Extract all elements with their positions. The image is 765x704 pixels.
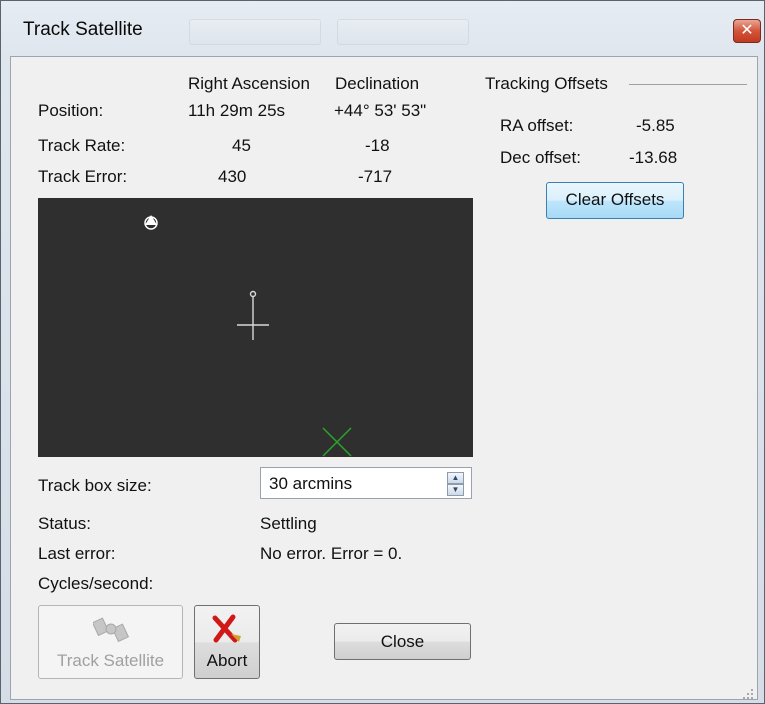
status-value: Settling — [260, 514, 317, 533]
track-rate-dec-value: -18 — [365, 136, 390, 155]
column-header-ra: Right Ascension — [188, 74, 310, 93]
tracking-preview[interactable] — [38, 198, 473, 457]
track-rate-ra-value: 45 — [232, 136, 251, 155]
track-satellite-button[interactable]: Track Satellite — [38, 605, 183, 679]
group-divider — [629, 84, 747, 85]
track-satellite-window: Track Satellite ✕ Right Ascension Declin… — [0, 0, 765, 704]
track-rate-label: Track Rate: — [38, 136, 126, 155]
title-bar: Track Satellite ✕ — [1, 1, 764, 57]
target-x-icon — [322, 427, 352, 457]
background-toolbar-button — [189, 19, 321, 45]
track-error-ra-value: 430 — [218, 167, 247, 186]
window-title: Track Satellite — [23, 19, 143, 40]
spin-down-icon[interactable]: ▼ — [447, 484, 464, 496]
crosshair-icon — [237, 290, 269, 340]
position-ra-value: 11h 29m 25s — [188, 101, 286, 120]
track-box-size-label: Track box size: — [38, 476, 152, 495]
track-box-size-value: 30 arcmins — [269, 474, 353, 493]
position-dec-value: +44° 53' 53" — [334, 101, 427, 120]
resize-grip-icon[interactable] — [739, 685, 755, 701]
cycles-per-second-label: Cycles/second: — [38, 574, 154, 593]
tracking-offsets-title: Tracking Offsets — [485, 74, 608, 93]
spin-up-icon[interactable]: ▲ — [447, 472, 464, 484]
background-toolbar-button — [337, 19, 469, 45]
track-box-size-spinner[interactable]: 30 arcmins ▲ ▼ — [260, 467, 472, 499]
track-satellite-label: Track Satellite — [56, 651, 165, 670]
column-header-dec: Declination — [335, 74, 420, 93]
abort-label: Abort — [206, 651, 248, 670]
last-error-label: Last error: — [38, 544, 116, 563]
ra-offset-label: RA offset: — [500, 116, 574, 135]
position-label: Position: — [38, 101, 104, 120]
track-error-dec-value: -717 — [358, 167, 393, 186]
clear-offsets-button[interactable]: Clear Offsets — [546, 182, 684, 219]
ra-offset-value: -5.85 — [636, 116, 675, 135]
window-close-button[interactable]: ✕ — [733, 19, 761, 43]
dec-offset-label: Dec offset: — [500, 148, 581, 167]
status-label: Status: — [38, 514, 91, 533]
abort-button[interactable]: Abort — [194, 605, 260, 679]
last-error-value: No error. Error = 0. — [260, 544, 403, 563]
satellite-icon — [93, 617, 130, 643]
close-button[interactable]: Close — [334, 623, 471, 660]
satellite-marker-icon — [144, 215, 158, 230]
track-error-label: Track Error: — [38, 167, 128, 186]
dec-offset-value: -13.68 — [629, 148, 678, 167]
abort-x-icon — [212, 614, 241, 643]
